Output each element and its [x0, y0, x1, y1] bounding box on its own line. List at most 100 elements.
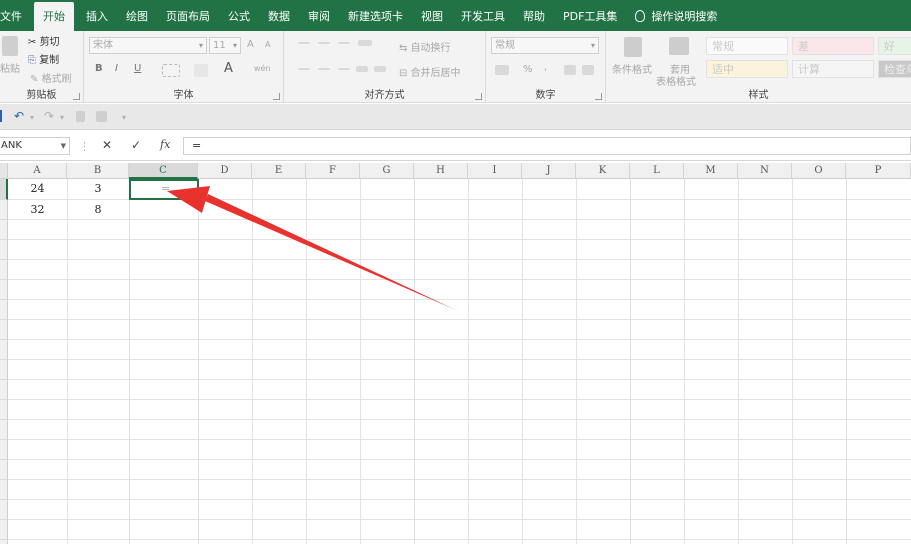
grow-font-button[interactable]: A	[247, 39, 254, 50]
font-size-select[interactable]: 11 ▾	[209, 37, 241, 54]
cell-a2[interactable]: 32	[8, 200, 67, 220]
cut-button[interactable]: ✂ 剪切	[28, 33, 60, 48]
orientation-icon[interactable]	[358, 40, 372, 46]
style-normal[interactable]: 常规	[706, 37, 788, 55]
number-launcher-icon[interactable]	[595, 93, 602, 100]
insert-function-button[interactable]: fx	[160, 138, 170, 151]
column-header-c[interactable]: C	[129, 163, 198, 179]
new-file-icon[interactable]	[76, 111, 85, 122]
tab-draw[interactable]: 绘图	[117, 2, 157, 31]
column-header-f[interactable]: F	[306, 163, 360, 179]
tab-insert[interactable]: 插入	[77, 2, 117, 31]
conditional-format-button[interactable]: 条件格式	[612, 61, 652, 76]
style-bad[interactable]: 差	[792, 37, 874, 55]
tell-me-search[interactable]: 操作说明搜索	[626, 2, 726, 31]
cell-a1[interactable]: 24	[8, 179, 67, 199]
row-header[interactable]	[0, 500, 8, 520]
tab-home[interactable]: 开始	[34, 2, 74, 31]
phonetic-button[interactable]: wén	[254, 64, 271, 73]
style-check-cell[interactable]: 检查单	[878, 60, 911, 78]
comma-button[interactable]: ,	[544, 62, 547, 73]
formula-input[interactable]: =	[183, 137, 911, 155]
increase-indent-icon[interactable]	[374, 66, 386, 72]
row-header[interactable]	[0, 420, 8, 440]
column-header-h[interactable]: H	[414, 163, 468, 179]
border-icon[interactable]	[162, 64, 180, 77]
row-header[interactable]	[0, 460, 8, 480]
align-center-icon[interactable]	[318, 68, 330, 70]
row-header[interactable]	[0, 380, 8, 400]
font-color-button[interactable]: A	[224, 61, 233, 76]
column-header-e[interactable]: E	[252, 163, 306, 179]
column-header-g[interactable]: G	[360, 163, 414, 179]
row-header[interactable]	[0, 480, 8, 500]
active-cell-c1[interactable]: =	[129, 179, 201, 202]
row-header[interactable]	[0, 400, 8, 420]
row-header[interactable]	[0, 540, 8, 544]
tab-help[interactable]: 帮助	[514, 2, 554, 31]
fill-handle[interactable]	[196, 197, 201, 202]
column-header-k[interactable]: K	[576, 163, 630, 179]
row-header[interactable]	[0, 179, 8, 200]
bold-button[interactable]: B	[95, 63, 103, 74]
cell-b1[interactable]: 3	[67, 179, 129, 199]
row-header[interactable]	[0, 340, 8, 360]
column-header-p[interactable]: P	[846, 163, 911, 179]
alignment-launcher-icon[interactable]	[475, 93, 482, 100]
tab-pdf-tools[interactable]: PDF工具集	[554, 2, 626, 31]
wrap-text-button[interactable]: ⇆ 自动换行	[399, 39, 451, 54]
row-header[interactable]	[0, 200, 8, 220]
format-painter-button[interactable]: ✎ 格式刷	[30, 70, 72, 85]
shrink-font-button[interactable]: A	[265, 40, 270, 49]
font-name-select[interactable]: 宋体 ▾	[89, 37, 207, 54]
column-header-i[interactable]: I	[468, 163, 522, 179]
italic-button[interactable]: I	[115, 63, 118, 74]
align-middle-icon[interactable]	[318, 42, 330, 44]
style-neutral[interactable]: 适中	[706, 60, 788, 78]
undo-dropdown-icon[interactable]: ▾	[30, 113, 34, 122]
column-header-n[interactable]: N	[738, 163, 792, 179]
tab-developer[interactable]: 开发工具	[452, 2, 514, 31]
row-header[interactable]	[0, 440, 8, 460]
clipboard-launcher-icon[interactable]	[73, 93, 80, 100]
enter-formula-button[interactable]: ✓	[131, 138, 141, 152]
increase-decimal-icon[interactable]	[564, 65, 576, 75]
column-header-j[interactable]: J	[522, 163, 576, 179]
name-box[interactable]: ANK ▼	[0, 137, 70, 155]
tab-review[interactable]: 审阅	[299, 2, 339, 31]
print-icon[interactable]	[96, 111, 107, 122]
percent-button[interactable]: %	[523, 64, 533, 75]
fill-color-icon[interactable]	[194, 64, 208, 77]
font-launcher-icon[interactable]	[273, 93, 280, 100]
select-all-corner[interactable]	[0, 163, 8, 179]
currency-icon[interactable]	[495, 65, 509, 75]
column-header-a[interactable]: A	[8, 163, 67, 179]
column-header-m[interactable]: M	[684, 163, 738, 179]
row-header[interactable]	[0, 260, 8, 280]
tab-formulas[interactable]: 公式	[219, 2, 259, 31]
copy-button[interactable]: ⎘ 复制	[28, 51, 59, 66]
decrease-decimal-icon[interactable]	[582, 65, 594, 75]
column-header-b[interactable]: B	[67, 163, 129, 179]
cell-b2[interactable]: 8	[67, 200, 129, 220]
merge-center-button[interactable]: ⊟ 合并后居中	[399, 64, 461, 79]
tab-data[interactable]: 数据	[259, 2, 299, 31]
align-left-icon[interactable]	[298, 68, 310, 70]
tab-file[interactable]: 文件	[0, 2, 31, 31]
redo-button[interactable]: ↷	[44, 109, 54, 123]
paste-button[interactable]: 粘贴	[0, 60, 20, 75]
tab-new-tab[interactable]: 新建选项卡	[339, 2, 412, 31]
row-header[interactable]	[0, 240, 8, 260]
column-header-o[interactable]: O	[792, 163, 846, 179]
style-calculation[interactable]: 计算	[792, 60, 874, 78]
align-top-icon[interactable]	[298, 42, 310, 44]
decrease-indent-icon[interactable]	[356, 66, 368, 72]
row-header[interactable]	[0, 360, 8, 380]
tab-view[interactable]: 视图	[412, 2, 452, 31]
style-good[interactable]: 好	[878, 37, 911, 55]
align-bottom-icon[interactable]	[338, 42, 350, 44]
column-header-l[interactable]: L	[630, 163, 684, 179]
underline-button[interactable]: U	[134, 63, 141, 74]
column-header-d[interactable]: D	[198, 163, 252, 179]
align-right-icon[interactable]	[338, 68, 350, 70]
